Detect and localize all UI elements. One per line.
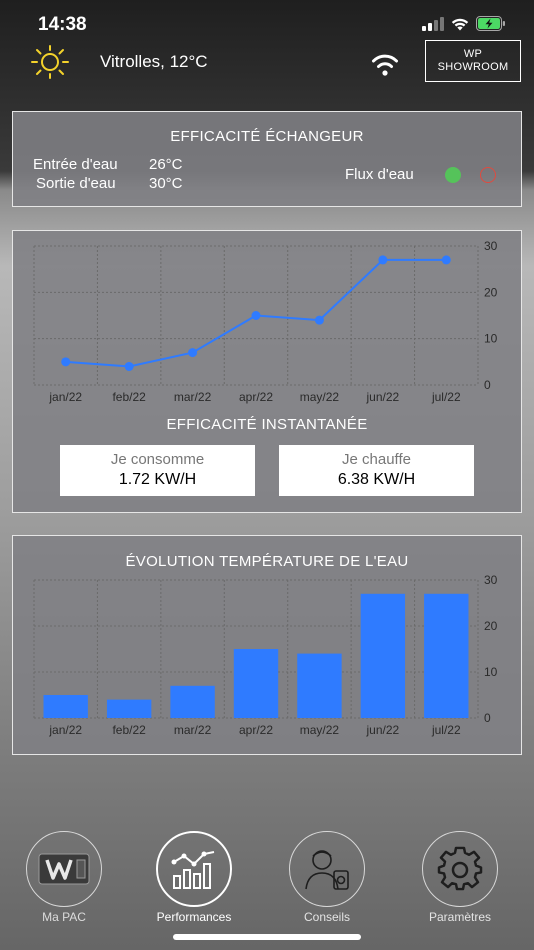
bar [360, 593, 406, 718]
inlet-value: 26°C [149, 156, 183, 173]
showroom-line2: SHOWROOM [437, 61, 509, 73]
x-tick-label: jun/22 [366, 723, 400, 737]
y-tick-label: 10 [484, 332, 498, 346]
sun-weather-icon [31, 45, 69, 79]
tab-performances[interactable]: Performances [154, 831, 234, 924]
outlet-value: 30°C [149, 175, 183, 192]
line-chart: 0 10 20 30 jan/22 feb/22 mar/22 apr/22 may/22 jun… [33, 239, 498, 404]
data-point [188, 348, 198, 358]
consume-box: Je consomme 1.72 KW/H [60, 445, 255, 496]
heat-value: 6.38 KW/H [337, 471, 416, 488]
y-tick-label: 20 [484, 619, 498, 633]
bar [297, 653, 342, 718]
exchanger-panel: EFFICACITÉ ÉCHANGEUR Entrée d'eau 26°C S… [12, 111, 522, 207]
flow-off-indicator [480, 167, 496, 183]
consume-value: 1.72 KW/H [118, 471, 197, 488]
consume-label: Je consomme [110, 451, 205, 468]
data-point [61, 357, 71, 367]
tab-parametres[interactable]: Paramètres [420, 831, 500, 924]
wifi-status-icon [451, 18, 469, 30]
y-tick-label: 20 [484, 285, 498, 299]
wifi-connection-icon[interactable] [369, 47, 401, 77]
bar [106, 699, 152, 718]
tab-label-performances: Performances [156, 910, 232, 924]
data-point [251, 311, 261, 320]
x-tick-label: apr/22 [239, 723, 273, 737]
battery-charging-icon [476, 16, 505, 31]
gear-icon [422, 831, 498, 907]
x-tick-label: may/22 [300, 723, 340, 737]
advisor-icon [289, 831, 365, 907]
data-point [441, 255, 451, 265]
performance-chart-icon [156, 831, 232, 907]
y-tick-label: 10 [484, 665, 498, 679]
x-tick-label: mar/22 [174, 390, 212, 404]
ma-pac-logo-icon [26, 831, 102, 907]
signal-icon [422, 16, 444, 31]
data-point [314, 315, 324, 325]
data-point [124, 361, 134, 371]
instant-efficiency-panel: 0 10 20 30 jan/22 feb/22 mar/22 apr/22 may/22 jun… [12, 230, 522, 513]
y-tick-label: 30 [484, 573, 498, 587]
bar [424, 593, 469, 718]
tab-label-ma-pac: Ma PAC [42, 910, 86, 924]
x-tick-label: feb/22 [112, 723, 146, 737]
tab-label-conseils: Conseils [303, 910, 351, 924]
bar [43, 695, 88, 718]
bar [233, 649, 279, 718]
y-tick-label: 0 [484, 711, 491, 725]
x-tick-label: jul/22 [431, 723, 461, 737]
bar-chart: 0 10 20 30 jan/22 feb/22 mar/22 apr/22 may/22 jun… [33, 573, 498, 737]
flow-label: Flux d'eau [345, 166, 414, 183]
instant-title: EFFICACITÉ INSTANTANÉE [166, 416, 368, 433]
tab-label-parametres: Paramètres [428, 910, 492, 924]
water-temp-panel: ÉVOLUTION TEMPÉRATURE DE L'EAU 0 10 20 30 ja… [12, 535, 522, 755]
showroom-button[interactable]: WP SHOWROOM [425, 40, 521, 82]
x-tick-label: jan/22 [48, 723, 82, 737]
exchanger-title: EFFICACITÉ ÉCHANGEUR [170, 128, 364, 145]
status-time: 14:38 [38, 14, 87, 35]
flow-on-indicator [445, 167, 461, 183]
y-tick-label: 0 [484, 378, 491, 392]
heat-box: Je chauffe 6.38 KW/H [279, 445, 474, 496]
tab-conseils[interactable]: Conseils [287, 831, 367, 924]
x-tick-label: feb/22 [112, 390, 146, 404]
x-tick-label: may/22 [300, 390, 340, 404]
home-indicator[interactable] [173, 934, 361, 940]
x-tick-label: apr/22 [239, 390, 273, 404]
outlet-label: Sortie d'eau [36, 175, 116, 192]
showroom-line1: WP [463, 48, 483, 60]
data-point [378, 255, 388, 265]
y-tick-label: 30 [484, 239, 498, 253]
bar [170, 685, 215, 718]
x-tick-label: jun/22 [366, 390, 400, 404]
inlet-label: Entrée d'eau [33, 156, 118, 173]
tab-ma-pac[interactable]: Ma PAC [24, 831, 104, 924]
x-tick-label: jan/22 [48, 390, 82, 404]
x-tick-label: jul/22 [431, 390, 461, 404]
x-tick-label: mar/22 [174, 723, 212, 737]
heat-label: Je chauffe [342, 451, 411, 468]
status-icons [422, 16, 506, 31]
location-weather: Vitrolles, 12°C [100, 52, 208, 71]
